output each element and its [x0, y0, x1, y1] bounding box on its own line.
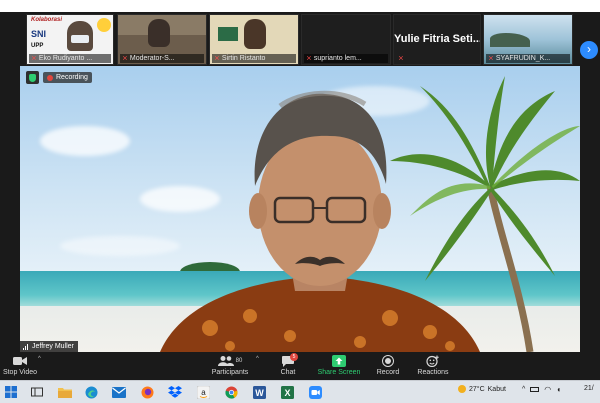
- participants-icon: 80: [210, 354, 250, 368]
- participant-tile[interactable]: Kolaborasi SNI UPP ⨯ Eko Rudiyanto ...: [26, 14, 114, 65]
- clock[interactable]: 21/: [584, 385, 594, 392]
- video-camera-icon: [2, 354, 38, 368]
- zoom-meeting-window: Kolaborasi SNI UPP ⨯ Eko Rudiyanto ... ⨯ M…: [0, 0, 600, 403]
- recording-label: Recording: [56, 74, 88, 81]
- poster-text: Kolaborasi: [31, 17, 63, 23]
- participant-avatar: [148, 19, 170, 47]
- excel-icon[interactable]: X: [280, 385, 294, 399]
- logo-badge: [97, 18, 111, 32]
- share-screen-button[interactable]: Share Screen: [316, 354, 362, 376]
- mail-icon[interactable]: [112, 385, 126, 399]
- word-icon[interactable]: W: [252, 385, 266, 399]
- face-mask: [71, 35, 89, 43]
- chrome-icon[interactable]: [224, 385, 238, 399]
- window-top-edge: [0, 0, 600, 12]
- weather-condition: Kabut: [487, 385, 506, 393]
- chevron-right-icon[interactable]: ›: [580, 41, 598, 59]
- record-button[interactable]: Record: [372, 354, 404, 376]
- file-explorer-icon[interactable]: [58, 385, 72, 399]
- record-icon: [372, 354, 404, 368]
- speaker-person: [160, 90, 480, 352]
- participant-name-label: ⨯ Sirtin Ristanto: [212, 54, 296, 63]
- recording-indicator: Recording: [26, 71, 92, 84]
- battery-icon[interactable]: [530, 387, 540, 392]
- amazon-icon[interactable]: a: [196, 385, 210, 399]
- participant-tile[interactable]: ⨯ suprianto lem...: [301, 14, 391, 65]
- participants-count: 80: [235, 358, 243, 364]
- windows-taskbar: a W X 27°C Kabut ^ ◠ ◖ 21/: [0, 380, 600, 403]
- video-options-caret-icon[interactable]: ^: [38, 356, 41, 362]
- banner-decoration: [218, 27, 238, 41]
- participants-options-caret-icon[interactable]: ^: [256, 356, 259, 362]
- participant-name-label: ⨯ SYAFRUDIN_K...: [486, 54, 570, 63]
- wifi-icon[interactable]: ◠: [544, 385, 551, 394]
- chat-button[interactable]: 5 Chat: [274, 353, 302, 376]
- participant-tile[interactable]: ⨯ Moderator-S...: [117, 14, 207, 65]
- recording-pill: Recording: [43, 72, 92, 83]
- participant-strip: Kolaborasi SNI UPP ⨯ Eko Rudiyanto ... ⨯ M…: [0, 12, 600, 66]
- dropbox-icon[interactable]: [168, 385, 182, 399]
- participant-name-placeholder: Yulie Fitria Seti...: [394, 33, 481, 45]
- signal-bars-icon: [23, 343, 28, 350]
- participant-tile[interactable]: ⨯ SYAFRUDIN_K...: [483, 14, 573, 65]
- weather-sun-icon: [458, 385, 466, 393]
- shield-icon: [26, 71, 39, 84]
- zoom-icon[interactable]: [308, 385, 322, 399]
- weather-temperature: 27°C: [469, 385, 485, 393]
- svg-text:X: X: [284, 388, 290, 398]
- edge-icon[interactable]: [84, 385, 98, 399]
- system-tray: ^ ◠ ◖: [522, 385, 561, 394]
- record-dot-icon: [47, 74, 53, 81]
- smiley-plus-icon: [415, 354, 451, 368]
- start-icon[interactable]: [4, 385, 18, 399]
- chat-badge: 5: [290, 353, 298, 361]
- chevron-up-icon[interactable]: ^: [522, 386, 525, 393]
- svg-text:W: W: [255, 388, 264, 398]
- participant-tile[interactable]: ⨯ Sirtin Ristanto: [209, 14, 299, 65]
- meeting-toolbar: Stop Video ^ 80 Participants ^ 5 Chat Sh…: [0, 352, 600, 380]
- participant-tile[interactable]: Yulie Fitria Seti... ⨯: [393, 14, 481, 65]
- stop-video-button[interactable]: Stop Video: [2, 354, 38, 376]
- chat-icon: 5: [274, 353, 302, 368]
- volume-icon[interactable]: ◖: [556, 385, 561, 394]
- active-speaker-video[interactable]: Recording Jeffrey Muller: [20, 66, 580, 352]
- participant-name-label: ⨯ Eko Rudiyanto ...: [29, 54, 111, 63]
- participant-name-label: ⨯: [398, 55, 404, 62]
- firefox-icon[interactable]: [140, 385, 154, 399]
- weather-widget[interactable]: 27°C Kabut: [458, 385, 506, 393]
- svg-text:a: a: [201, 388, 206, 397]
- participant-avatar: [244, 19, 266, 49]
- task-view-icon[interactable]: [30, 385, 44, 399]
- poster-text: SNI: [31, 29, 47, 39]
- share-screen-icon: [316, 354, 362, 368]
- poster-text: UPP: [31, 43, 44, 49]
- participant-name-label: ⨯ Moderator-S...: [120, 54, 204, 63]
- participant-name-label: ⨯ suprianto lem...: [304, 54, 388, 63]
- reactions-button[interactable]: Reactions: [415, 354, 451, 376]
- participants-button[interactable]: 80 Participants: [210, 354, 250, 376]
- speaker-name-label: Jeffrey Muller: [20, 341, 78, 352]
